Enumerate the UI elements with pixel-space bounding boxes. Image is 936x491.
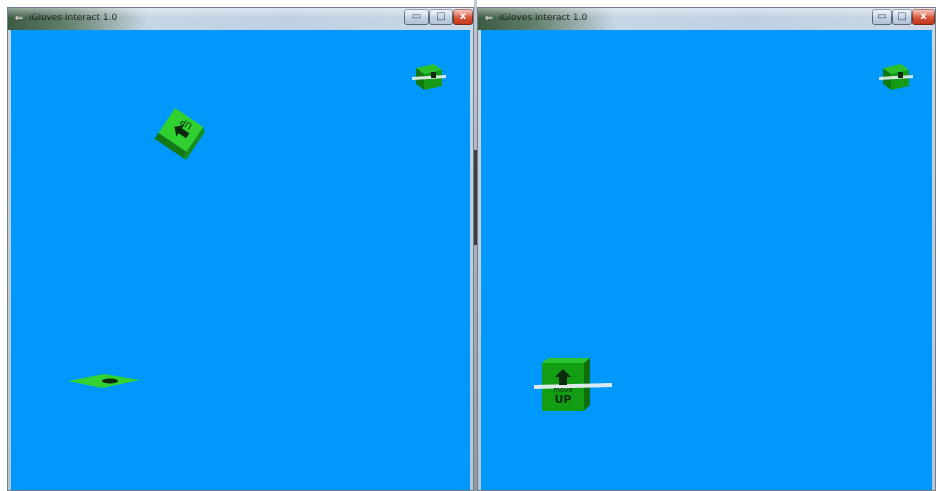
minimize-button[interactable]: ▭ [404, 9, 429, 25]
close-button[interactable]: x [453, 9, 473, 25]
cube-small-top-right[interactable] [412, 62, 448, 94]
cube-small-top-right[interactable] [879, 62, 915, 94]
app-icon[interactable]: ⇐ [482, 13, 496, 24]
flat-plane-bottom-left[interactable] [66, 370, 142, 392]
window-title: iGloves Interact 1.0 [29, 13, 118, 23]
right-window: ⇐ iGloves Interact 1.0 ▭ □ x move UP [477, 7, 936, 491]
minimize-button[interactable]: ▭ [872, 9, 892, 25]
maximize-button[interactable]: □ [892, 9, 912, 25]
maximize-button[interactable]: □ [429, 9, 453, 25]
app-icon[interactable]: ⇐ [12, 13, 26, 24]
left-window-titlebar[interactable]: ⇐ iGloves Interact 1.0 ▭ □ x [8, 8, 473, 30]
close-button[interactable]: x [912, 9, 935, 25]
left-3d-viewport[interactable]: UP [11, 30, 470, 490]
window-title: iGloves Interact 1.0 [499, 13, 588, 23]
cube-move-up[interactable]: move UP [534, 355, 614, 417]
cube-label-up: UP [555, 393, 572, 406]
cube-move-up-tilted[interactable]: UP [154, 107, 206, 160]
left-window: ⇐ iGloves Interact 1.0 ▭ □ x UP [7, 7, 474, 491]
right-window-titlebar[interactable]: ⇐ iGloves Interact 1.0 ▭ □ x [478, 8, 935, 30]
right-3d-viewport[interactable]: move UP [481, 30, 932, 490]
